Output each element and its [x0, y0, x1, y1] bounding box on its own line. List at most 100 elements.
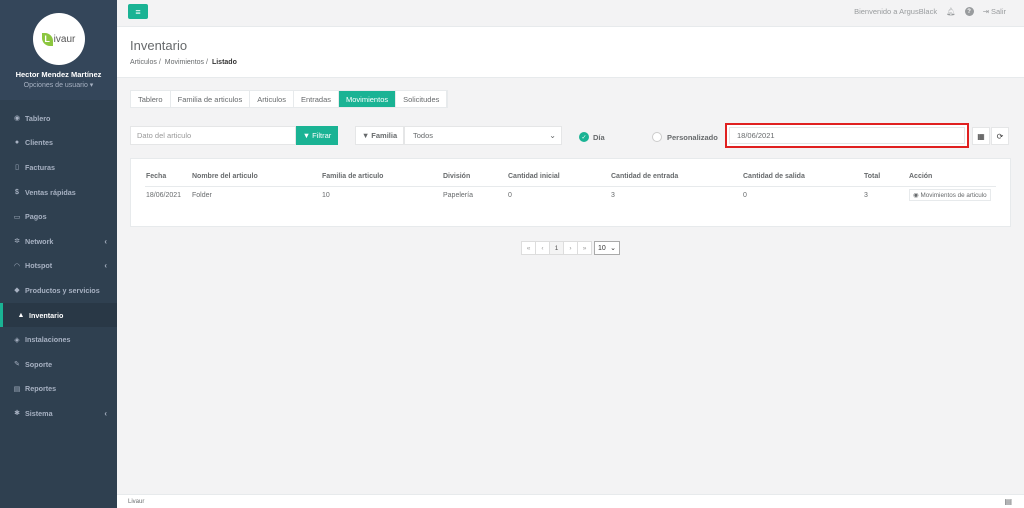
cell-date: 18/06/2021: [146, 192, 182, 199]
sidebar-item-label: Clientes: [25, 138, 53, 148]
page-header: Inventario Articulos / Movimientos / Lista…: [117, 27, 1024, 78]
cell-total: 3: [864, 192, 868, 199]
sidebar-item-hotspot[interactable]: ◠ Hotspot ‹: [0, 254, 117, 279]
tab-solicitudes[interactable]: Solicitudes: [396, 91, 448, 107]
sidebar-item-label: Network: [25, 236, 54, 246]
sidebar: L ivaur Hector Mendez Martínez Opciones …: [0, 0, 117, 508]
sidebar-item-instalaciones[interactable]: ◈ Instalaciones: [0, 327, 117, 352]
cogs-icon: ✱: [14, 410, 20, 418]
sidebar-item-ventas-rapidas[interactable]: $ Ventas rápidas: [0, 180, 117, 205]
sign-out-icon: ⇥: [982, 7, 989, 16]
page-last-button[interactable]: »: [577, 241, 592, 255]
hamburger-icon: ≡: [135, 6, 141, 17]
column-header: Total: [864, 173, 881, 180]
date-input[interactable]: 18/06/2021: [729, 127, 965, 144]
cubes-icon: ▲: [17, 311, 25, 319]
help-icon[interactable]: ?: [964, 7, 974, 16]
sidebar-item-facturas[interactable]: ▯ Facturas: [0, 155, 117, 180]
sidebar-item-label: Tablero: [25, 113, 51, 123]
user-options-dropdown[interactable]: Opciones de usuario ▾: [0, 81, 117, 89]
users-icon: ●: [14, 139, 20, 147]
cell-input: 3: [611, 192, 615, 199]
sidebar-item-inventario[interactable]: ▲ Inventario: [0, 302, 117, 328]
refresh-button[interactable]: ⟳: [991, 127, 1009, 145]
logo-text: ivaur: [53, 33, 76, 45]
sidebar-item-clientes[interactable]: ● Clientes: [0, 131, 117, 156]
sidebar-item-network[interactable]: ✲ Network ‹: [0, 229, 117, 254]
sidebar-item-tablero[interactable]: ◉ Tablero: [0, 106, 117, 131]
column-header: Cantidad de salida: [743, 173, 805, 180]
sidebar-nav: ◉ Tablero ● Clientes ▯ Facturas $ Ventas ráp…: [0, 106, 117, 426]
sidebar-item-pagos[interactable]: ▭ Pagos: [0, 204, 117, 229]
page-size-select[interactable]: 10 ⌄: [594, 241, 620, 255]
dollar-icon: $: [15, 188, 19, 196]
breadcrumb-current: Listado: [211, 59, 237, 66]
sidebar-item-soporte[interactable]: ✎ Soporte: [0, 352, 117, 377]
tab-movimientos[interactable]: Movimientos: [339, 91, 397, 107]
topbar: ≡ Bienvenido a ArgusBlack 🔔︎ ? ⇥ Salir: [117, 0, 1024, 27]
radio-day[interactable]: ✓: [579, 132, 589, 142]
footer: Livaur ▤: [117, 494, 1024, 508]
column-header: Cantidad de entrada: [611, 173, 679, 180]
tag-icon: ◆: [14, 287, 20, 295]
page-current-button[interactable]: 1: [549, 241, 564, 255]
breadcrumb-item[interactable]: Movimientos: [165, 59, 204, 66]
topbar-right: Bienvenido a ArgusBlack 🔔︎ ? ⇥ Salir: [854, 7, 1006, 16]
chevron-left-icon: ‹: [104, 236, 107, 246]
sidebar-item-productos[interactable]: ◆ Productos y servicios: [0, 278, 117, 303]
pin-icon: ◈: [14, 336, 20, 344]
page-first-button[interactable]: «: [521, 241, 536, 255]
column-header: División: [443, 173, 471, 180]
menu-toggle-button[interactable]: ≡: [128, 4, 148, 19]
wifi-icon: ◠: [14, 262, 20, 270]
article-search-input[interactable]: Dato del articulo: [130, 126, 296, 145]
filter-button-label: Filtrar: [312, 131, 332, 140]
radio-custom[interactable]: [652, 132, 662, 142]
sidebar-item-label: Sistema: [25, 408, 53, 418]
logo-leaf-icon: L: [41, 32, 53, 46]
tab-articulos[interactable]: Articulos: [250, 91, 294, 107]
family-label-text: Familia: [371, 131, 398, 140]
column-header: Familia de articulo: [322, 173, 384, 180]
page-next-button[interactable]: ›: [563, 241, 578, 255]
calendar-icon: ▦: [977, 131, 985, 141]
tab-tablero[interactable]: Tablero: [131, 91, 171, 107]
filter-button[interactable]: ▼ Filtrar: [296, 126, 338, 145]
filter-icon: ▼: [302, 131, 311, 140]
sidebar-item-label: Inventario: [29, 310, 64, 320]
bell-icon[interactable]: 🔔︎: [946, 7, 956, 16]
sidebar-item-label: Ventas rápidas: [25, 187, 76, 197]
logout-link[interactable]: ⇥ Salir: [983, 7, 1006, 16]
sidebar-item-label: Reportes: [25, 384, 57, 394]
page-size-value: 10: [598, 244, 606, 252]
inventory-tabs: Tablero Familia de articulos Articulos E…: [130, 90, 449, 108]
page-title: Inventario: [130, 38, 188, 53]
movements-action-button[interactable]: ◉ Movimientos de articulo: [909, 189, 991, 201]
radio-day-label: Día: [593, 133, 605, 142]
sidebar-item-label: Pagos: [25, 212, 47, 222]
family-select[interactable]: Todos ⌄: [404, 126, 562, 145]
breadcrumb: Articulos / Movimientos / Listado: [130, 59, 237, 66]
tab-entradas[interactable]: Entradas: [294, 91, 340, 107]
chevron-down-icon: ⌄: [610, 245, 616, 252]
tab-familia[interactable]: Familia de articulos: [171, 91, 251, 107]
page-prev-button[interactable]: ‹: [535, 241, 550, 255]
chevron-left-icon: ‹: [104, 408, 107, 418]
pagination: « ‹ 1 › »: [521, 241, 592, 255]
footer-icon: ▤: [1004, 497, 1012, 506]
family-select-value: Todos: [413, 131, 434, 140]
family-label: ▼ Familia: [355, 126, 404, 145]
column-header: Cantidad inicial: [508, 173, 560, 180]
sidebar-item-label: Instalaciones: [25, 335, 71, 345]
footer-text: Livaur: [128, 498, 145, 505]
breadcrumb-item[interactable]: Articulos: [130, 59, 157, 66]
header-divider: [145, 186, 996, 187]
eye-icon: ◉: [913, 191, 919, 199]
calendar-button[interactable]: ▦: [972, 127, 990, 145]
radio-custom-label: Personalizado: [667, 133, 718, 142]
cell-family: 10: [322, 192, 330, 199]
sidebar-item-sistema[interactable]: ✱ Sistema ‹: [0, 401, 117, 426]
sidebar-item-reportes[interactable]: ▤ Reportes: [0, 377, 117, 402]
cell-division: Papelería: [443, 192, 473, 199]
welcome-text: Bienvenido a ArgusBlack: [854, 7, 938, 16]
